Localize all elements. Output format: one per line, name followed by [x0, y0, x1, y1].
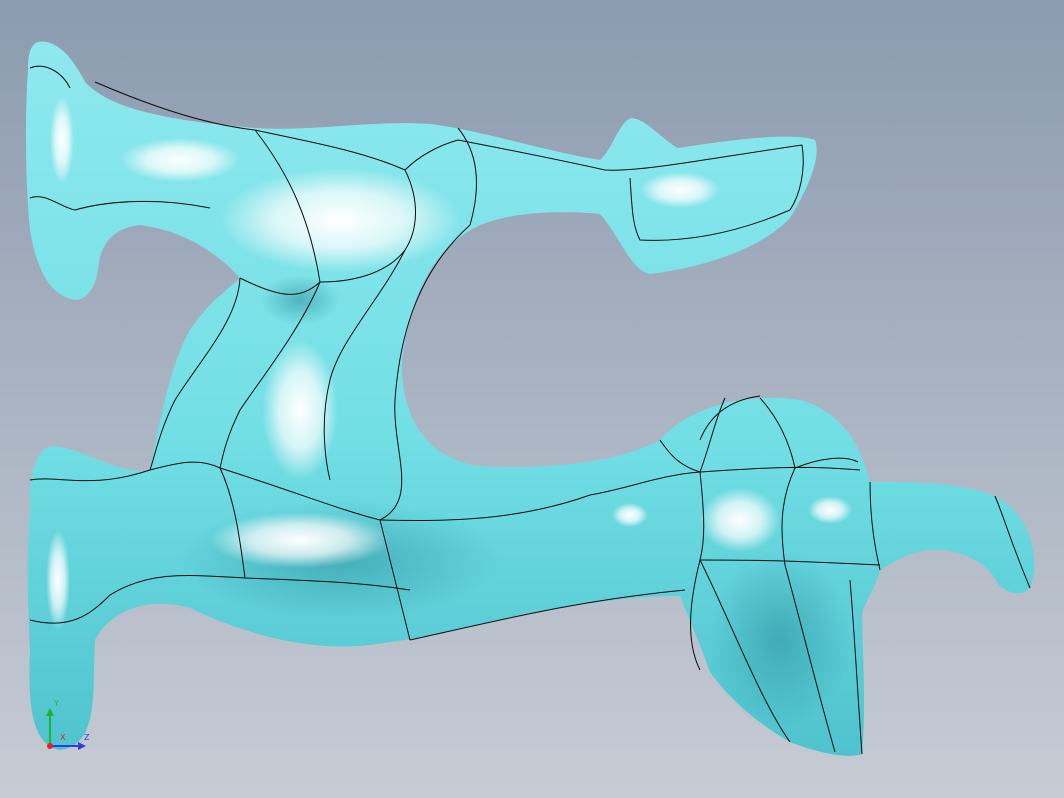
model-view[interactable]: [0, 0, 1064, 798]
z-axis-label: Z: [84, 733, 90, 742]
neck-shadow: [710, 550, 850, 730]
specular-highlight: [262, 340, 338, 480]
specular-highlight: [210, 512, 390, 568]
coordinate-triad: Y X Z: [40, 700, 96, 756]
hip-shadow: [260, 275, 340, 325]
x-axis-point: [47, 743, 53, 749]
specular-highlight: [46, 530, 70, 630]
cad-graphics-viewport[interactable]: Y X Z: [0, 0, 1064, 798]
y-axis-label: Y: [54, 699, 59, 708]
specular-highlight: [700, 488, 780, 552]
specular-highlight: [120, 138, 240, 182]
specular-highlight: [220, 168, 460, 272]
triad-axes: [46, 708, 86, 750]
specular-highlight: [808, 496, 852, 524]
specular-highlight: [612, 503, 648, 527]
specular-highlight: [640, 172, 720, 208]
specular-highlight: [50, 96, 74, 184]
z-axis-arrowhead: [78, 742, 86, 750]
y-axis-arrowhead: [46, 708, 54, 716]
x-axis-label: X: [60, 733, 66, 742]
